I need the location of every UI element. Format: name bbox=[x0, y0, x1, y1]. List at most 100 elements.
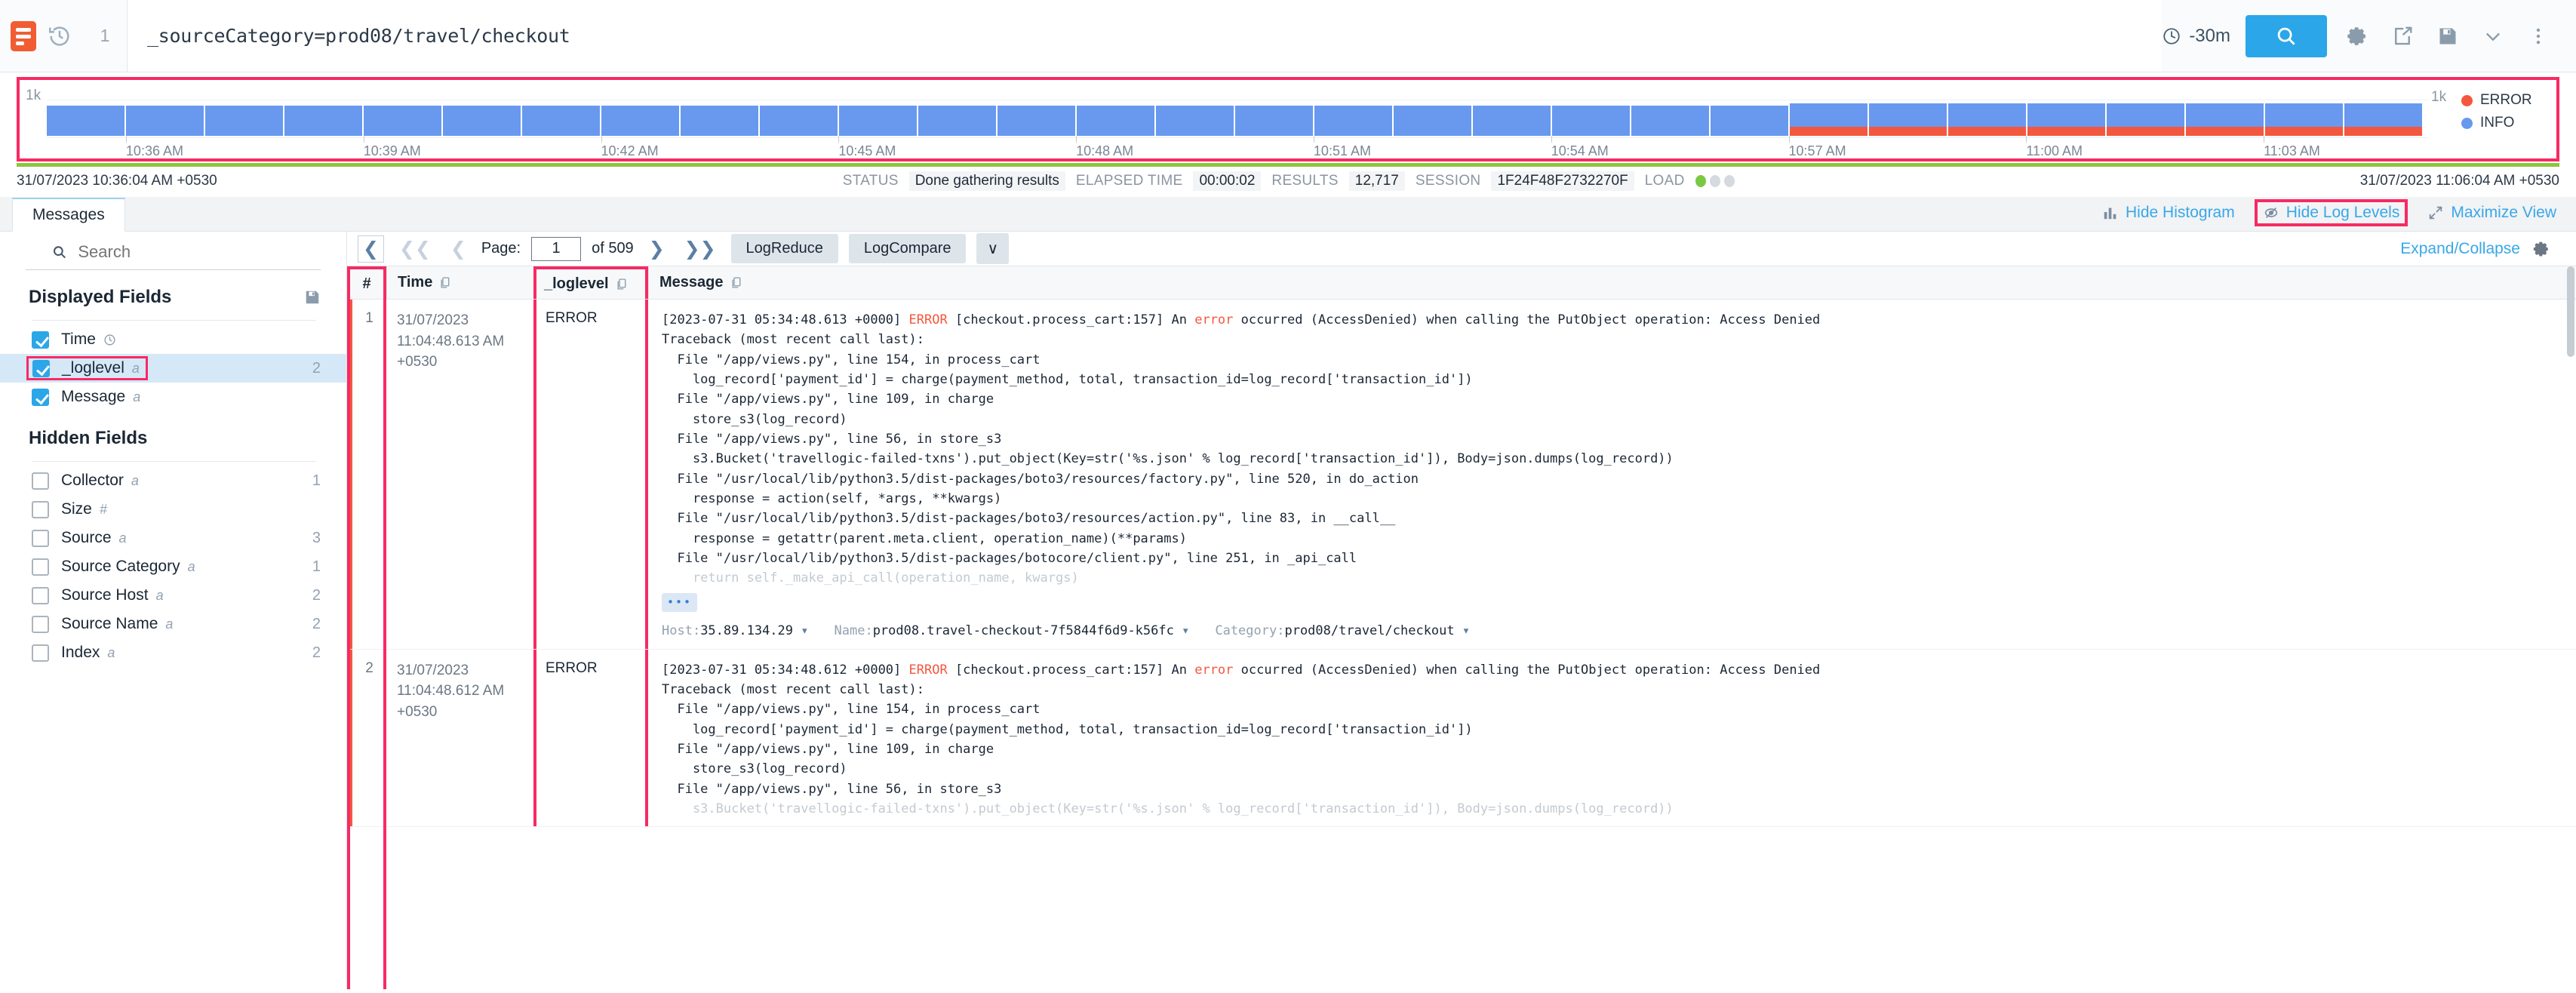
results-scrollbar[interactable] bbox=[2567, 266, 2574, 989]
save-icon[interactable] bbox=[2433, 21, 2463, 51]
expand-collapse-button[interactable]: Expand/Collapse bbox=[2400, 240, 2520, 258]
search-input[interactable] bbox=[78, 242, 295, 262]
histogram-bar[interactable] bbox=[443, 105, 521, 136]
field-item-message[interactable]: Message a bbox=[0, 383, 346, 411]
last-page-button[interactable]: ❯❯ bbox=[680, 236, 721, 262]
histogram-bar[interactable] bbox=[601, 105, 679, 136]
copy-icon[interactable] bbox=[730, 276, 743, 289]
histogram-bar[interactable] bbox=[918, 105, 996, 136]
field-item-size[interactable]: Size # bbox=[0, 495, 346, 524]
field-checkbox[interactable] bbox=[32, 500, 49, 518]
histogram-bar[interactable] bbox=[760, 105, 838, 136]
scrollbar-thumb[interactable] bbox=[2567, 266, 2574, 357]
sidebar-search[interactable] bbox=[26, 232, 321, 270]
field-checkbox[interactable] bbox=[32, 644, 49, 662]
field-checkbox[interactable] bbox=[32, 388, 49, 406]
histogram-bar[interactable] bbox=[1552, 105, 1630, 136]
show-more-button[interactable]: ••• bbox=[662, 592, 698, 613]
column-header-loglevel[interactable]: _loglevel bbox=[533, 266, 648, 299]
metadata-name[interactable]: Name:prod08.travel-checkout-7f5844f6d9-k… bbox=[835, 621, 1190, 641]
histogram-bar[interactable] bbox=[1314, 105, 1392, 136]
histogram-bar[interactable] bbox=[1394, 105, 1471, 136]
field-item-time[interactable]: Time bbox=[0, 325, 346, 354]
logcompare-button[interactable]: LogCompare bbox=[848, 234, 967, 263]
histogram-bar[interactable] bbox=[1235, 105, 1313, 136]
field-item-source-category[interactable]: Source Category a 1 bbox=[0, 552, 346, 581]
gear-icon[interactable] bbox=[2532, 240, 2550, 258]
time-range-picker[interactable]: -30m bbox=[2162, 26, 2230, 47]
histogram-bar[interactable] bbox=[2265, 103, 2343, 136]
kebab-menu-icon[interactable] bbox=[2523, 21, 2553, 51]
chevron-down-icon[interactable]: ▾ bbox=[1455, 623, 1470, 638]
logreduce-button[interactable]: LogReduce bbox=[730, 234, 838, 263]
run-search-button[interactable] bbox=[2246, 14, 2327, 57]
query-input[interactable]: _sourceCategory=prod08/travel/checkout bbox=[127, 0, 2163, 72]
chevron-down-icon[interactable]: ▾ bbox=[1174, 623, 1189, 638]
histogram-bar[interactable] bbox=[2027, 103, 2105, 136]
histogram-bar[interactable] bbox=[47, 105, 124, 136]
save-fields-icon[interactable] bbox=[304, 289, 321, 306]
first-page-button[interactable]: ❮❮ bbox=[395, 236, 435, 262]
column-header-message[interactable]: Message bbox=[648, 266, 2576, 299]
histogram-bar[interactable] bbox=[1156, 105, 1234, 136]
histogram-bar[interactable] bbox=[1869, 103, 1947, 136]
histogram-bar[interactable] bbox=[2107, 103, 2184, 136]
field-checkbox[interactable] bbox=[32, 330, 49, 349]
metadata-host[interactable]: Host:35.89.134.29 ▾ bbox=[662, 621, 809, 641]
field-checkbox[interactable] bbox=[32, 472, 49, 490]
histogram-bar[interactable] bbox=[1790, 103, 1867, 136]
field-checkbox[interactable] bbox=[32, 558, 49, 576]
field-item-loglevel[interactable]: _loglevel a 2 bbox=[0, 354, 346, 383]
chevron-down-icon[interactable] bbox=[2478, 21, 2508, 51]
copy-icon[interactable] bbox=[439, 276, 452, 289]
copy-icon[interactable] bbox=[616, 278, 629, 291]
hide-histogram-button[interactable]: Hide Histogram bbox=[2102, 204, 2235, 222]
field-item-source-name[interactable]: Source Name a 2 bbox=[0, 610, 346, 638]
prev-page-button[interactable]: ❮ bbox=[446, 236, 471, 262]
table-row[interactable]: 1 31/07/2023 11:04:48.613 AM +0530 ERROR [20… bbox=[347, 300, 2576, 650]
histogram-bar[interactable] bbox=[681, 105, 758, 136]
history-clock-icon[interactable] bbox=[47, 23, 72, 49]
histogram-bar[interactable] bbox=[1948, 103, 2026, 136]
maximize-view-button[interactable]: Maximize View bbox=[2427, 204, 2556, 222]
field-checkbox[interactable] bbox=[32, 529, 49, 547]
histogram-bar[interactable] bbox=[1711, 105, 1788, 136]
histogram-bar[interactable] bbox=[284, 105, 362, 136]
share-icon[interactable] bbox=[2387, 21, 2418, 51]
histogram-bar[interactable] bbox=[522, 105, 600, 136]
metadata-category[interactable]: Category:prod08/travel/checkout ▾ bbox=[1215, 621, 1470, 641]
field-checkbox[interactable] bbox=[32, 586, 49, 604]
histogram-bar[interactable] bbox=[1473, 105, 1551, 136]
field-item-source-host[interactable]: Source Host a 2 bbox=[0, 581, 346, 610]
histogram-bar[interactable] bbox=[126, 105, 204, 136]
legend-item-error[interactable]: ERROR bbox=[2461, 92, 2556, 109]
histogram-bar[interactable] bbox=[2186, 103, 2264, 136]
field-item-index[interactable]: Index a 2 bbox=[0, 638, 346, 667]
column-header-time[interactable]: Time bbox=[386, 266, 533, 299]
row-message[interactable]: [2023-07-31 05:34:48.613 +0000] ERROR [c… bbox=[648, 300, 2576, 649]
sumo-logo-icon[interactable] bbox=[11, 20, 36, 51]
histogram-bar[interactable] bbox=[364, 105, 441, 136]
hide-log-levels-button[interactable]: Hide Log Levels bbox=[2254, 199, 2408, 226]
tab-messages[interactable]: Messages bbox=[12, 198, 125, 232]
more-actions-button[interactable]: ∨ bbox=[976, 233, 1010, 264]
page-input[interactable] bbox=[531, 236, 582, 261]
histogram-bar[interactable] bbox=[839, 105, 917, 136]
chevron-down-icon[interactable]: ▾ bbox=[793, 623, 808, 638]
back-button[interactable]: ❮ bbox=[358, 235, 384, 263]
gear-icon[interactable] bbox=[2342, 21, 2372, 51]
field-checkbox[interactable] bbox=[32, 359, 50, 377]
histogram-chart[interactable]: 1k 10:36 AM 10:39 AM 10:42 AM 10:45 AM 10:48… bbox=[20, 80, 2428, 158]
field-checkbox[interactable] bbox=[32, 615, 49, 633]
column-header-number[interactable]: # bbox=[347, 266, 386, 299]
table-row[interactable]: 2 31/07/2023 11:04:48.612 AM +0530 ERROR [20… bbox=[347, 649, 2576, 828]
histogram-bar[interactable] bbox=[205, 105, 283, 136]
histogram-bar[interactable] bbox=[998, 105, 1075, 136]
histogram-bar[interactable] bbox=[2344, 103, 2422, 136]
field-item-source[interactable]: Source a 3 bbox=[0, 524, 346, 552]
histogram-bar[interactable] bbox=[1077, 105, 1154, 136]
histogram-bar[interactable] bbox=[1631, 105, 1709, 136]
row-message[interactable]: [2023-07-31 05:34:48.612 +0000] ERROR [c… bbox=[648, 650, 2576, 827]
field-item-collector[interactable]: Collector a 1 bbox=[0, 466, 346, 495]
next-page-button[interactable]: ❯ bbox=[644, 236, 669, 262]
